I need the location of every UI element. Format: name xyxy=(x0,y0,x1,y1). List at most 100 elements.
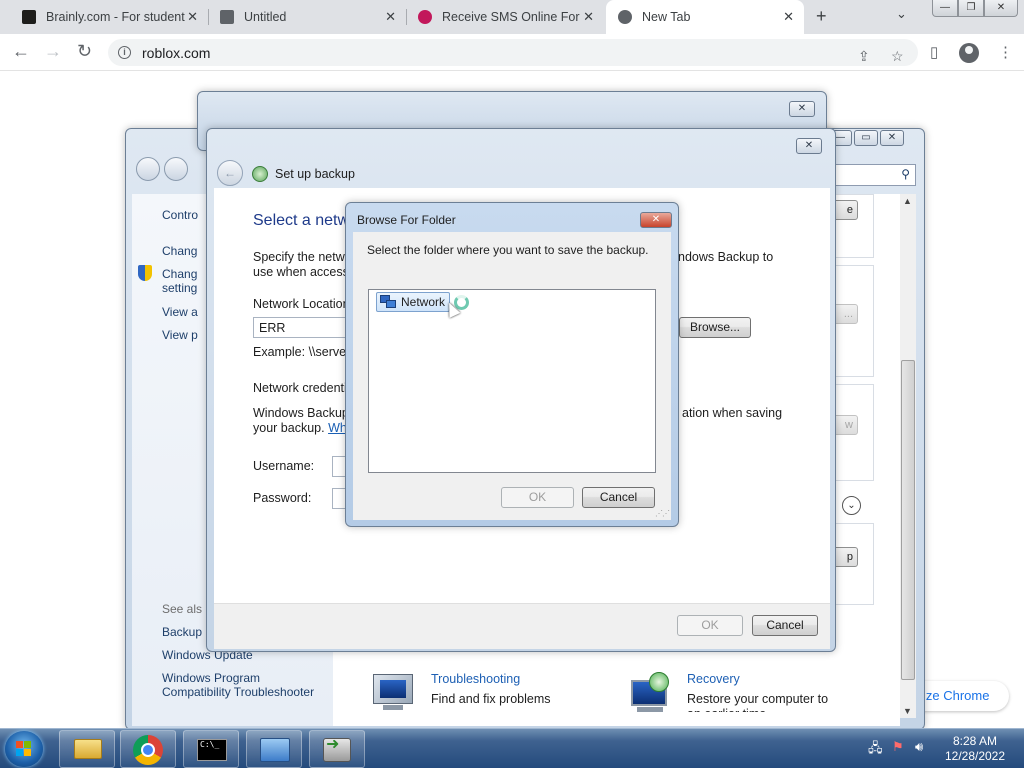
taskbar-backup-restore[interactable]: ➜ xyxy=(309,730,365,768)
tab-title: Brainly.com - For student xyxy=(46,10,185,24)
forward-arrow-icon[interactable]: → xyxy=(44,41,62,62)
share-icon[interactable]: ⇪ xyxy=(858,48,870,65)
tab-close-icon[interactable]: ✕ xyxy=(187,9,198,25)
recovery-item[interactable]: Recovery Restore your computer to an ear… xyxy=(627,672,828,712)
scroll-up-icon[interactable]: ▲ xyxy=(903,196,912,206)
close-icon[interactable]: ✕ xyxy=(640,212,672,228)
taskbar-file-explorer[interactable] xyxy=(59,730,115,768)
expand-chevron-icon[interactable]: ⌄ xyxy=(842,496,861,515)
windows-logo-icon xyxy=(16,741,32,756)
username-label: Username: xyxy=(253,459,315,473)
profile-avatar-icon[interactable] xyxy=(959,43,979,63)
scroll-down-icon[interactable]: ▼ xyxy=(903,706,912,716)
control-panel-search-box[interactable]: ⚲ xyxy=(826,164,916,186)
change-settings-shield-link[interactable]: Chang setting xyxy=(162,267,197,295)
new-tab-plus-icon[interactable]: + xyxy=(816,6,827,27)
backup-arrow-icon: ➜ xyxy=(326,736,340,753)
description-line-1: Specify the netwo xyxy=(253,250,352,264)
close-icon[interactable]: ✕ xyxy=(880,130,904,146)
tab-close-icon[interactable]: ✕ xyxy=(385,9,396,25)
reload-icon[interactable]: ↻ xyxy=(77,41,92,62)
address-bar[interactable]: i roblox.com ⇪ ☆ xyxy=(108,39,918,66)
view-link-2[interactable]: View p xyxy=(162,328,198,342)
browse-cancel-button[interactable]: Cancel xyxy=(582,487,655,508)
volume-icon[interactable]: 🔊︎ xyxy=(915,739,923,755)
credentials-text-2: your backup. Whi xyxy=(253,421,350,436)
tab-title: Receive SMS Online For xyxy=(442,10,580,24)
wizard-back-arrow-icon[interactable]: ← xyxy=(217,160,243,186)
bookmark-star-icon[interactable]: ☆ xyxy=(891,48,904,65)
browse-dialog-title: Browse For Folder xyxy=(357,213,456,227)
troubleshooting-title[interactable]: Troubleshooting xyxy=(431,672,551,686)
tab-untitled[interactable]: Untitled ✕ xyxy=(208,0,406,34)
close-icon[interactable]: ✕ xyxy=(796,138,822,154)
site-info-icon[interactable]: i xyxy=(118,46,131,59)
recovery-subtitle: Restore your computer to an earlier time xyxy=(687,692,829,712)
command-prompt-icon: C:\_ xyxy=(197,739,227,761)
back-arrow-icon[interactable]: ← xyxy=(12,41,30,62)
tab-brainly[interactable]: Brainly.com - For student ✕ xyxy=(10,0,208,34)
network-icon xyxy=(380,295,396,309)
credentials-text-1: Windows Backup xyxy=(253,406,349,420)
network-location-label: Network Location xyxy=(253,297,350,311)
control-panel-back-icon[interactable] xyxy=(136,157,160,181)
cancel-button[interactable]: Cancel xyxy=(752,615,818,636)
password-label: Password: xyxy=(253,491,312,505)
browse-button[interactable]: Browse... xyxy=(679,317,751,338)
start-button[interactable] xyxy=(5,731,43,767)
tab-title: Untitled xyxy=(244,10,287,24)
recovery-title[interactable]: Recovery xyxy=(687,672,828,686)
tab-close-icon[interactable]: ✕ xyxy=(583,9,594,25)
window-controls: — ❐ ✕ xyxy=(932,0,1018,17)
resize-grip-icon[interactable]: ⋰⋰ xyxy=(655,509,670,518)
close-icon[interactable]: ✕ xyxy=(984,0,1018,17)
folder-icon xyxy=(74,739,102,759)
clock-time: 8:28 AM xyxy=(952,734,998,748)
restore-icon[interactable]: ❐ xyxy=(958,0,984,17)
view-link-1[interactable]: View a xyxy=(162,305,198,319)
action-center-flag-icon[interactable]: ⚑ xyxy=(892,739,904,755)
document-favicon-icon xyxy=(220,10,234,24)
scrollbar-thumb[interactable] xyxy=(901,360,915,680)
credentials-text-2-plain: your backup. xyxy=(253,421,325,435)
backup-link[interactable]: Backup xyxy=(162,625,202,639)
tab-receive-sms[interactable]: Receive SMS Online For ✕ xyxy=(406,0,604,34)
shield-icon xyxy=(138,265,152,281)
windows-taskbar: C:\_ ➜ 🖧 ⚑ 🔊︎ 8:28 AM 12/28/2022 xyxy=(0,728,1024,768)
tab-new-tab[interactable]: New Tab ✕ xyxy=(606,0,804,34)
system-clock[interactable]: 8:28 AM 12/28/2022 xyxy=(935,734,1015,764)
menu-kebab-icon[interactable]: ⋮ xyxy=(998,43,1013,61)
description-line-1-end: ndows Backup to xyxy=(678,250,774,264)
close-icon[interactable]: ✕ xyxy=(789,101,815,117)
sms-favicon-icon xyxy=(418,10,432,24)
ok-button[interactable]: OK xyxy=(677,615,743,636)
chrome-favicon-icon xyxy=(618,10,632,24)
compatibility-troubleshooter-link[interactable]: Windows Program Compatibility Troublesho… xyxy=(162,671,314,699)
folder-tree[interactable]: Network xyxy=(368,289,656,473)
troubleshooting-monitor-icon xyxy=(371,672,417,712)
tab-close-icon[interactable]: ✕ xyxy=(783,9,794,25)
minimize-icon[interactable]: — xyxy=(932,0,958,17)
taskbar-command-prompt[interactable]: C:\_ xyxy=(183,730,239,768)
see-also-heading: See als xyxy=(162,602,203,616)
side-panel-icon[interactable]: ▯ xyxy=(930,43,938,61)
troubleshooting-item[interactable]: Troubleshooting Find and fix problems xyxy=(371,672,551,712)
network-tray-icon[interactable]: 🖧 xyxy=(868,739,883,761)
browse-ok-button[interactable]: OK xyxy=(501,487,574,508)
change-settings-link[interactable]: Chang xyxy=(162,244,197,258)
example-label: Example: \\server\ xyxy=(253,345,354,359)
set-up-backup-title: Set up backup xyxy=(275,167,355,181)
tab-search-chevron-icon[interactable]: ⌄ xyxy=(896,6,907,22)
control-panel-scrollbar[interactable]: ▲ ▼ xyxy=(900,194,916,718)
brainly-favicon-icon xyxy=(22,10,36,24)
browse-instruction: Select the folder where you want to save… xyxy=(367,243,649,257)
maximize-icon[interactable]: ▭ xyxy=(854,130,878,146)
chrome-icon-center xyxy=(141,743,155,757)
taskbar-control-panel[interactable] xyxy=(246,730,302,768)
taskbar-chrome[interactable] xyxy=(120,730,176,768)
browser-toolbar: ← → ↻ i roblox.com ⇪ ☆ ▯ ⋮ xyxy=(0,34,1024,71)
tree-item-network[interactable]: Network xyxy=(376,292,451,312)
select-network-heading: Select a netw xyxy=(253,212,350,229)
control-panel-forward-icon[interactable] xyxy=(164,157,188,181)
control-panel-home-link[interactable]: Contro xyxy=(162,208,198,222)
